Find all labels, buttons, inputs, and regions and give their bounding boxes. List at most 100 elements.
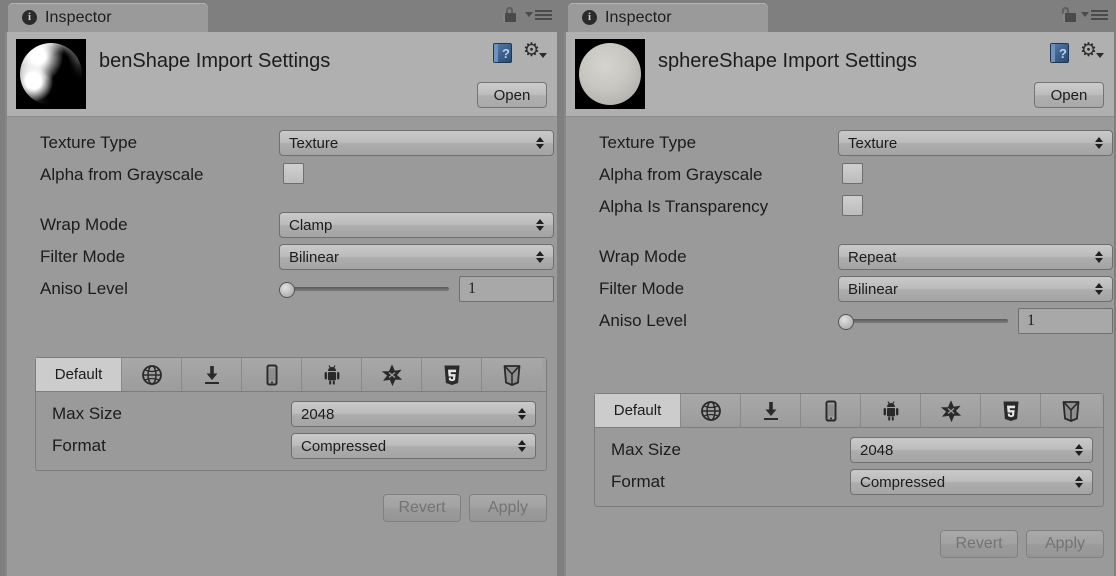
open-button[interactable]: Open	[1034, 82, 1104, 108]
menu-icon[interactable]	[1081, 9, 1108, 20]
platform-tab-html5-shield[interactable]	[981, 394, 1041, 427]
ben-shape-texture-preview[interactable]	[16, 39, 86, 109]
platform-tab-html5-shield[interactable]	[422, 358, 482, 391]
property-row: Filter Mode Bilinear	[7, 241, 557, 273]
property-list: Texture Type Texture Alpha from Grayscale W…	[7, 117, 557, 305]
dropdown-filter-mode[interactable]: Bilinear	[838, 276, 1113, 302]
gear-icon[interactable]: ⚙	[523, 41, 547, 64]
platform-tab-tizen-shield[interactable]	[482, 358, 542, 391]
help-book-icon[interactable]: ?	[1050, 42, 1071, 64]
apply-button[interactable]: Apply	[1026, 530, 1104, 558]
tabbar-right-icons	[1059, 7, 1108, 22]
chevron-updown-icon	[518, 408, 526, 420]
property-list: Texture Type Texture Alpha from Grayscale A…	[566, 117, 1114, 337]
dropdown-value: Compressed	[860, 473, 946, 491]
tizen-shield-icon	[500, 363, 524, 387]
dropdown-value: 2048	[860, 441, 894, 459]
property-row: Alpha from Grayscale	[566, 159, 1114, 191]
aniso-level-value-field[interactable]: 1	[1018, 308, 1113, 334]
dropdown-texture-type[interactable]: Texture	[279, 130, 554, 156]
tab-inspector[interactable]: i Inspector	[8, 3, 208, 32]
property-label: Alpha Is Transparency	[599, 197, 769, 216]
property-row: Alpha from Grayscale	[7, 159, 557, 191]
dropdown-format[interactable]: Compressed	[850, 469, 1093, 495]
property-label: Aniso Level	[40, 279, 128, 298]
dropdown-wrap-mode[interactable]: Clamp	[279, 212, 554, 238]
property-label: Filter Mode	[599, 279, 685, 298]
dropdown-wrap-mode[interactable]: Repeat	[838, 244, 1113, 270]
tizen-shield-icon	[1059, 399, 1083, 423]
footer-buttons: Revert Apply	[383, 494, 547, 522]
apply-button[interactable]: Apply	[469, 494, 547, 522]
dropdown-max-size[interactable]: 2048	[850, 437, 1093, 463]
platform-tab-web-globe[interactable]	[681, 394, 741, 427]
aniso-level-value: 1	[468, 280, 476, 297]
html5-shield-icon	[999, 399, 1023, 423]
property-label: Aniso Level	[599, 311, 687, 330]
platform-tab-strip: Default	[36, 358, 546, 392]
tab-label: Inspector	[605, 8, 672, 26]
revert-button[interactable]: Revert	[383, 494, 461, 522]
dropdown-value: Compressed	[301, 437, 387, 455]
property-label: Alpha from Grayscale	[599, 165, 763, 184]
property-row: Texture Type Texture	[7, 127, 557, 159]
platform-tab-ios-phone[interactable]	[242, 358, 302, 391]
chevron-updown-icon	[1075, 476, 1083, 488]
checkbox-alpha-from-grayscale[interactable]	[842, 163, 863, 184]
standalone-download-icon	[200, 363, 224, 387]
web-globe-icon	[140, 363, 164, 387]
aniso-level-value: 1	[1027, 312, 1035, 329]
platform-tab-flash-star[interactable]	[921, 394, 981, 427]
checkbox-alpha-is-transparency[interactable]	[842, 195, 863, 216]
platform-tab-default[interactable]: Default	[595, 394, 681, 427]
chevron-updown-icon	[536, 219, 544, 231]
property-row: Aniso Level 1	[566, 305, 1114, 337]
dropdown-format[interactable]: Compressed	[291, 433, 536, 459]
tab-inspector[interactable]: i Inspector	[568, 3, 768, 32]
chevron-updown-icon	[1095, 283, 1103, 295]
aniso-level-value-field[interactable]: 1	[459, 276, 554, 302]
platform-settings-box: Default Max Size 2048 Format Compressed	[594, 393, 1104, 507]
inspector-panel-right: i Inspector sphereShape Import Settings? ⚙ O…	[560, 0, 1116, 576]
dropdown-max-size[interactable]: 2048	[291, 401, 536, 427]
asset-header: sphereShape Import Settings? ⚙ Open	[566, 32, 1114, 117]
dropdown-texture-type[interactable]: Texture	[838, 130, 1113, 156]
property-row: Wrap Mode Repeat	[566, 241, 1114, 273]
platform-tab-tizen-shield[interactable]	[1041, 394, 1101, 427]
property-label: Alpha from Grayscale	[40, 165, 204, 184]
slider-knob[interactable]	[838, 314, 854, 330]
platform-tab-ios-phone[interactable]	[801, 394, 861, 427]
property-row: Texture Type Texture	[566, 127, 1114, 159]
platform-tab-android-robot[interactable]	[302, 358, 362, 391]
aniso-level-slider[interactable]	[279, 276, 449, 302]
platform-setting-label: Max Size	[52, 404, 122, 423]
aniso-level-slider[interactable]	[838, 308, 1008, 334]
dropdown-filter-mode[interactable]: Bilinear	[279, 244, 554, 270]
platform-tab-standalone-download[interactable]	[182, 358, 242, 391]
inspector-panel-left: i Inspector benShape Import Settings? ⚙ Open…	[0, 0, 560, 576]
platform-settings-body: Max Size 2048 Format Compressed	[36, 392, 546, 470]
revert-button[interactable]: Revert	[940, 530, 1018, 558]
lock-icon[interactable]	[1059, 7, 1076, 22]
sphere-shape-texture-preview[interactable]	[575, 39, 645, 109]
help-book-icon[interactable]: ?	[493, 42, 514, 64]
platform-tab-standalone-download[interactable]	[741, 394, 801, 427]
chevron-updown-icon	[1075, 444, 1083, 456]
platform-tab-default[interactable]: Default	[36, 358, 122, 391]
property-row: Wrap Mode Clamp	[7, 209, 557, 241]
gear-icon[interactable]: ⚙	[1080, 41, 1104, 64]
platform-tab-strip: Default	[595, 394, 1103, 428]
platform-tab-android-robot[interactable]	[861, 394, 921, 427]
open-button[interactable]: Open	[477, 82, 547, 108]
platform-tab-web-globe[interactable]	[122, 358, 182, 391]
slider-knob[interactable]	[279, 282, 295, 298]
dropdown-value: Texture	[289, 134, 339, 152]
header-icon-group: ? ⚙	[1050, 41, 1104, 64]
checkbox-alpha-from-grayscale[interactable]	[283, 163, 304, 184]
platform-tab-label: Default	[54, 366, 103, 383]
property-row: Alpha Is Transparency	[566, 191, 1114, 223]
platform-tab-flash-star[interactable]	[362, 358, 422, 391]
asset-header: benShape Import Settings? ⚙ Open	[7, 32, 557, 117]
menu-icon[interactable]	[525, 9, 552, 20]
lock-icon[interactable]	[503, 7, 516, 22]
